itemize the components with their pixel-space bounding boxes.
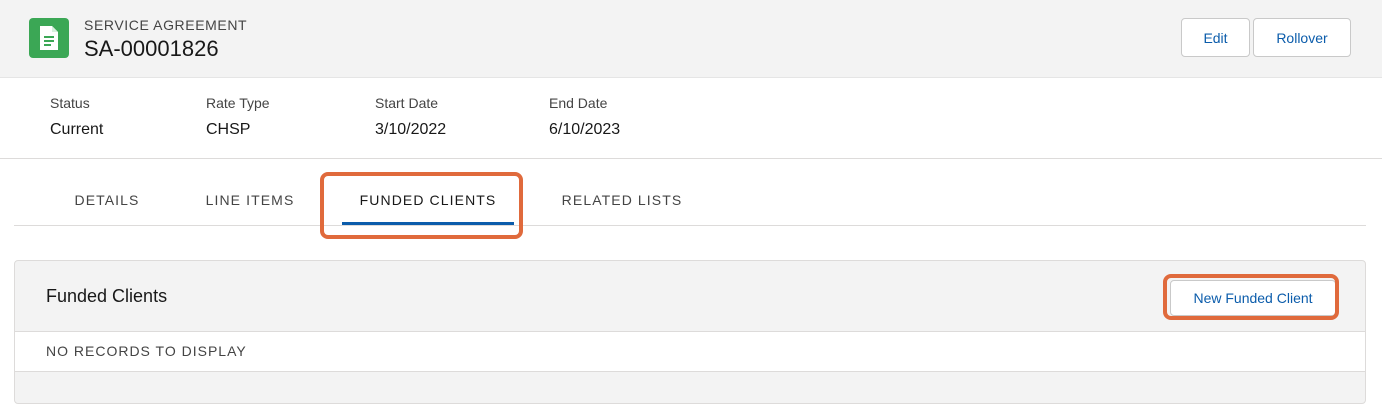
record-title: SA-00001826 <box>84 36 219 61</box>
field-value: CHSP <box>206 121 251 138</box>
edit-button[interactable]: Edit <box>1181 18 1250 57</box>
card-body: NO RECORDS TO DISPLAY <box>15 331 1365 372</box>
tab-line-items[interactable]: LINE ITEMS <box>175 174 325 226</box>
field-end-date: End Date 6/10/2023 <box>549 95 620 139</box>
field-value: 6/10/2023 <box>549 121 621 138</box>
field-label: Status <box>50 95 90 111</box>
field-label: Start Date <box>375 95 439 111</box>
record-header: SERVICE AGREEMENT SA-00001826 Edit Rollo… <box>0 0 1382 78</box>
new-funded-client-button[interactable]: New Funded Client <box>1170 280 1336 316</box>
field-status: Status Current <box>50 95 103 139</box>
highlights-panel: Status Current Rate Type CHSP Start Date… <box>0 79 1382 159</box>
empty-state-text: NO RECORDS TO DISPLAY <box>46 343 247 359</box>
field-rate-type: Rate Type CHSP <box>206 95 270 139</box>
tab-details[interactable]: DETAILS <box>44 174 170 226</box>
field-value: Current <box>50 121 104 138</box>
document-icon <box>29 18 69 58</box>
field-value: 3/10/2022 <box>375 121 447 138</box>
field-label: End Date <box>549 95 608 111</box>
field-label: Rate Type <box>206 95 270 111</box>
tab-funded-clients[interactable]: FUNDED CLIENTS <box>342 174 514 226</box>
tab-related-lists[interactable]: RELATED LISTS <box>542 174 702 226</box>
field-start-date: Start Date 3/10/2022 <box>375 95 446 139</box>
tab-bar: DETAILS LINE ITEMS FUNDED CLIENTS RELATE… <box>14 174 1366 226</box>
funded-clients-card: Funded Clients New Funded Client NO RECO… <box>14 260 1366 404</box>
card-title: Funded Clients <box>46 286 168 306</box>
object-type-label: SERVICE AGREEMENT <box>84 17 248 33</box>
rollover-button[interactable]: Rollover <box>1253 18 1351 57</box>
